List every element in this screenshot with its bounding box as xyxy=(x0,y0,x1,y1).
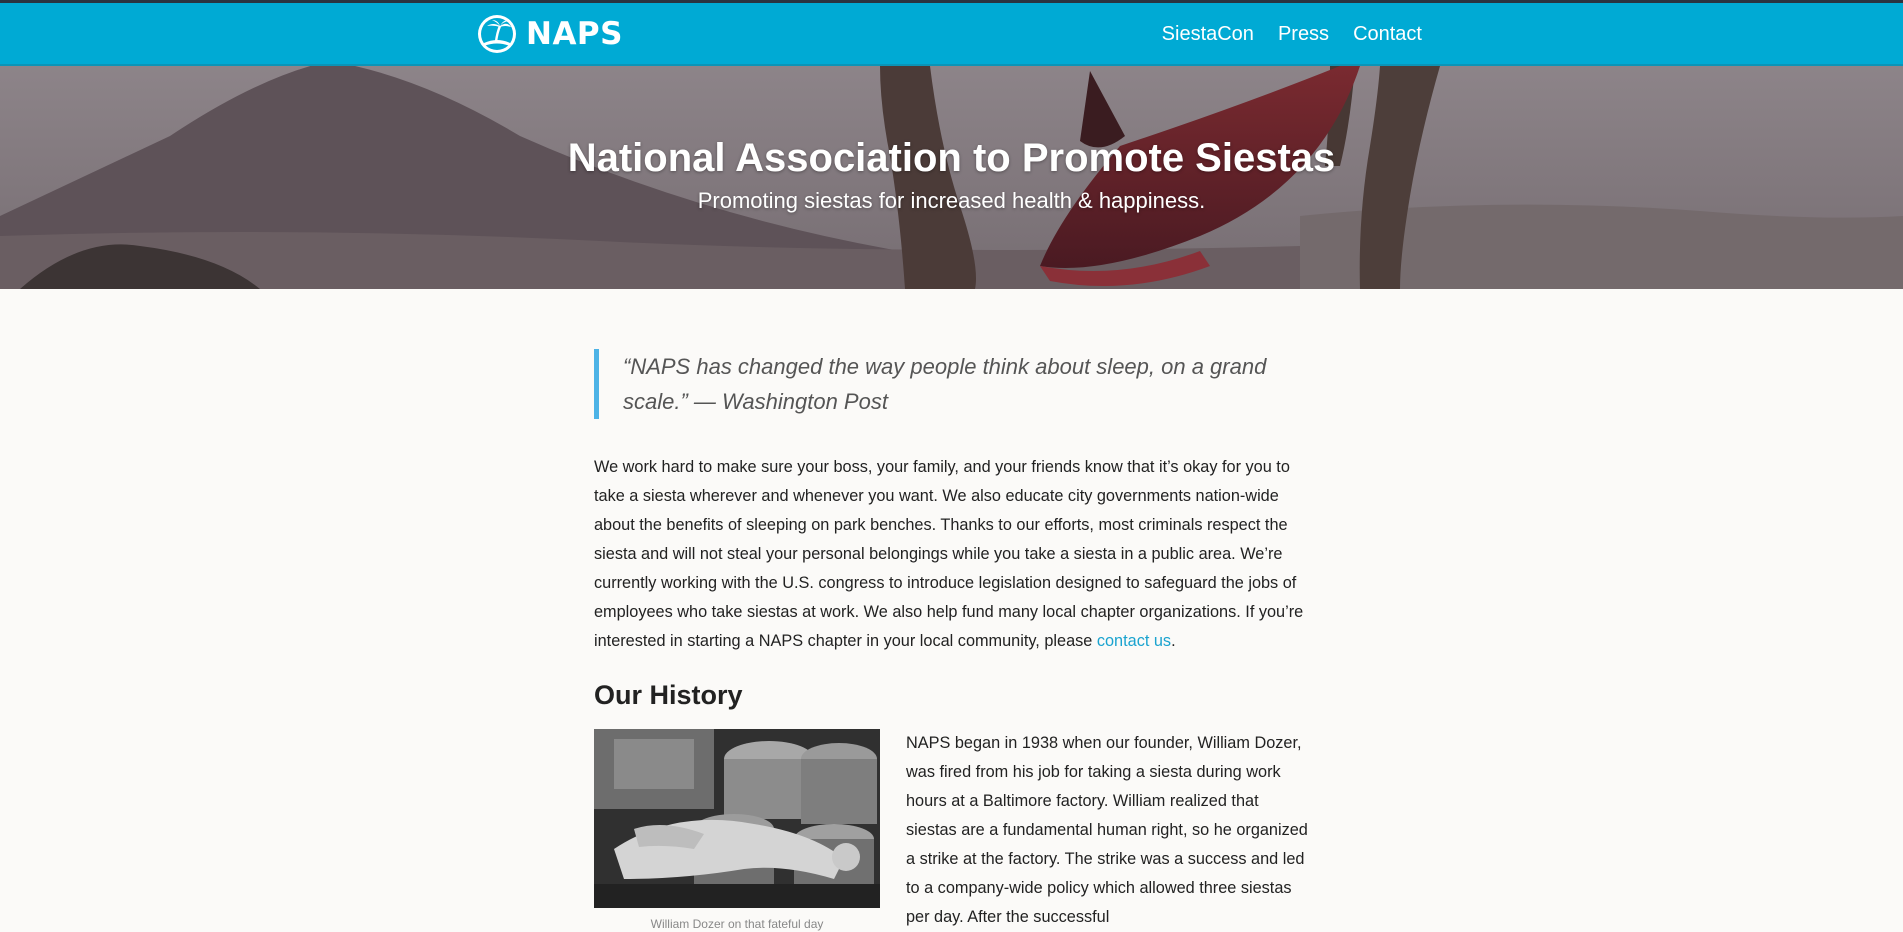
navbar-container: NAPS SiestaCon Press Contact xyxy=(476,3,1426,66)
nav-link-contact[interactable]: Contact xyxy=(1353,23,1422,46)
top-navbar: NAPS SiestaCon Press Contact xyxy=(0,0,1903,66)
press-quote: “NAPS has changed the way people think a… xyxy=(594,349,1294,419)
about-text: We work hard to make sure your boss, you… xyxy=(594,458,1304,650)
about-paragraph: We work hard to make sure your boss, you… xyxy=(594,453,1310,656)
contact-us-link[interactable]: contact us xyxy=(1097,632,1171,650)
history-heading: Our History xyxy=(594,680,743,710)
history-paragraph: NAPS began in 1938 when our founder, Wil… xyxy=(906,734,1308,926)
about-period: . xyxy=(1171,632,1176,650)
hero-banner: National Association to Promote Siestas … xyxy=(0,66,1903,289)
palm-tree-icon xyxy=(478,15,516,53)
photo-caption: William Dozer on that fateful day xyxy=(650,917,824,931)
nav-link-press[interactable]: Press xyxy=(1278,23,1329,46)
founder-photo xyxy=(594,729,880,908)
hero-title: National Association to Promote Siestas xyxy=(567,136,1336,180)
nav-links: SiestaCon Press Contact xyxy=(1138,3,1422,66)
logo-wordmark: NAPS xyxy=(526,16,623,52)
nav-link-siestacon[interactable]: SiestaCon xyxy=(1162,23,1254,46)
quote-line-2: scale.” — Washington Post xyxy=(623,389,888,414)
hero-subtitle: Promoting siestas for increased health &… xyxy=(697,188,1206,213)
quote-line-1: “NAPS has changed the way people think a… xyxy=(623,354,1267,379)
naps-logo[interactable]: NAPS xyxy=(476,13,623,55)
